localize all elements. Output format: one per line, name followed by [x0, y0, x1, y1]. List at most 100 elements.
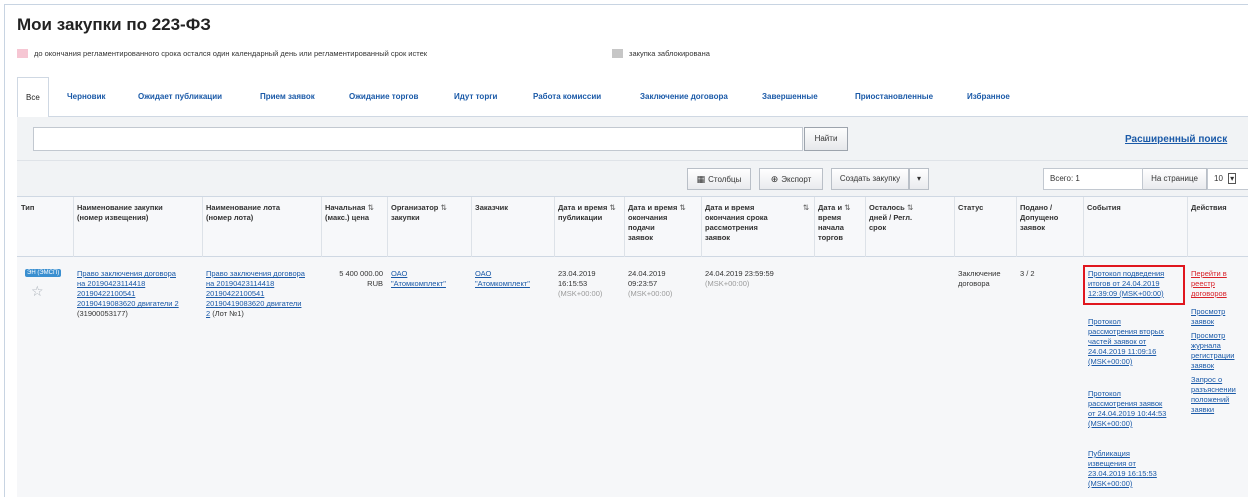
sort-icon[interactable]: ⇅	[907, 203, 913, 212]
col-trade-start-line4: торгов	[818, 233, 843, 242]
action-clarification-request[interactable]: Запрос о разъяснении положений заявки	[1191, 375, 1236, 415]
col-lot-line1: Наименование лота	[206, 203, 281, 212]
select-arrow-icon: ▾	[1228, 173, 1237, 184]
export-icon: ⊕	[770, 174, 779, 184]
col-type[interactable]: Тип	[21, 203, 34, 213]
col-status[interactable]: Статус	[958, 203, 983, 213]
legend-overdue: до окончания регламентированного срока о…	[17, 49, 427, 58]
col-price[interactable]: Начальная ⇅ (макс.) цена	[325, 203, 374, 223]
sort-icon[interactable]: ⇅	[679, 203, 685, 212]
submitted-count: 3 / 2	[1020, 269, 1035, 278]
col-review-end-line4: заявок	[705, 233, 731, 242]
sort-icon[interactable]: ⇅	[844, 203, 850, 212]
col-trade-start-line3: начала	[818, 223, 844, 232]
search-button[interactable]: Найти	[804, 127, 848, 151]
event-second-parts-protocol[interactable]: Протокол рассмотрения вторых частей заяв…	[1088, 317, 1164, 367]
deadline-timezone: (МSK+00:00)	[628, 289, 673, 298]
per-page-select[interactable]: 10 ▾	[1207, 168, 1248, 190]
columns-label: Столбцы	[708, 175, 742, 184]
review-end-timezone: (МSK+00:00)	[705, 279, 750, 288]
tab-all[interactable]: Все	[17, 77, 49, 118]
purchase-name-link[interactable]: Право заключения договора на 20190423114…	[77, 269, 179, 309]
sort-icon[interactable]: ⇅	[440, 203, 446, 212]
col-lot[interactable]: Наименование лота (номер лота)	[206, 203, 280, 223]
col-deadline-line4: заявок	[628, 233, 654, 242]
create-purchase-dropdown[interactable]: ▾	[909, 168, 929, 190]
col-submitted[interactable]: Подано / Допущено заявок	[1020, 203, 1058, 233]
col-price-line1: Начальная	[325, 203, 366, 212]
tab-awaiting-publication[interactable]: Ожидает публикации	[138, 77, 222, 117]
col-lot-line2: (номер лота)	[206, 213, 254, 222]
col-name[interactable]: Наименование закупки (номер извещения)	[77, 203, 163, 223]
lot-name-link[interactable]: Право заключения договора на 20190423114…	[206, 269, 305, 309]
action-view-registration-log[interactable]: Просмотр журнала регистрации заявок	[1191, 331, 1234, 371]
tab-favorites[interactable]: Избранное	[967, 77, 1010, 117]
col-organizer-line1: Организатор	[391, 203, 439, 212]
tab-accepting-bids[interactable]: Прием заявок	[260, 77, 315, 117]
published-date: 23.04.2019 16:15:53 (МSK+00:00)	[558, 269, 603, 298]
col-deadline-line2: окончания	[628, 213, 668, 222]
caret-down-icon: ▾	[916, 174, 921, 183]
export-button[interactable]: ⊕ Экспорт	[759, 168, 823, 190]
status-value: Заключение договора	[958, 269, 1001, 288]
tab-draft[interactable]: Черновик	[67, 77, 106, 117]
sort-icon[interactable]: ⇅	[803, 203, 809, 213]
col-review-end-line3: рассмотрения	[705, 223, 758, 232]
col-name-line1: Наименование закупки	[77, 203, 163, 212]
create-purchase-button[interactable]: Создать закупку	[831, 168, 909, 190]
event-highlight-frame	[1083, 265, 1185, 305]
tab-awaiting-trading[interactable]: Ожидание торгов	[349, 77, 418, 117]
tab-contract[interactable]: Заключение договора	[640, 77, 728, 117]
page-title: Мои закупки по 223-ФЗ	[17, 15, 211, 34]
table-row: ЭН (ЭМСП) ☆ Право заключения договора на…	[17, 257, 1248, 497]
col-published-line1: Дата и время	[558, 203, 608, 212]
action-view-bids[interactable]: Просмотр заявок	[1191, 307, 1225, 327]
col-deadline[interactable]: Дата и время ⇅ окончания подачи заявок	[628, 203, 686, 243]
event-review-protocol[interactable]: Протокол рассмотрения заявок от 24.04.20…	[1088, 389, 1166, 429]
col-trade-start-line1: Дата и	[818, 203, 843, 212]
col-submitted-line1: Подано /	[1020, 203, 1053, 212]
col-review-end[interactable]: Дата и время ⇅ окончания срока рассмотре…	[705, 203, 809, 243]
columns-button[interactable]: ▦ Столбцы	[687, 168, 751, 190]
export-label: Экспорт	[781, 175, 812, 184]
col-submitted-line3: заявок	[1020, 223, 1046, 232]
favorite-star-icon[interactable]: ☆	[31, 283, 44, 300]
col-organizer[interactable]: Организатор ⇅ закупки	[391, 203, 447, 223]
legend-overdue-swatch	[17, 49, 28, 58]
event-publication[interactable]: Публикация извещения от 23.04.2019 16:15…	[1088, 449, 1157, 489]
sort-icon[interactable]: ⇅	[367, 203, 373, 212]
legend-blocked-swatch	[612, 49, 623, 58]
type-badge: ЭН (ЭМСП)	[25, 269, 62, 277]
purchase-name: Право заключения договора на 20190423114…	[77, 269, 179, 319]
advanced-search-link[interactable]: Расширенный поиск	[1125, 134, 1227, 145]
col-days-left[interactable]: Осталось ⇅ дней / Регл. срок	[869, 203, 913, 233]
columns-icon: ▦	[696, 174, 706, 184]
search-input[interactable]	[33, 127, 803, 151]
col-days-left-line2: дней / Регл.	[869, 213, 913, 222]
per-page-label: На странице	[1143, 168, 1207, 190]
action-contract-registry[interactable]: Перейти в реестр договоров	[1191, 269, 1227, 299]
tab-suspended[interactable]: Приостановленные	[855, 77, 933, 117]
published-timezone: (МSK+00:00)	[558, 289, 603, 298]
legend-blocked: закупка заблокирована	[612, 49, 710, 58]
customer-link[interactable]: ОАО "Атомкомплект"	[475, 269, 530, 289]
review-end-date: 24.04.2019 23:59:59 (МSK+00:00)	[705, 269, 774, 288]
tab-trading[interactable]: Идут торги	[454, 77, 497, 117]
organizer-link[interactable]: ОАО "Атомкомплект"	[391, 269, 446, 289]
deadline-date: 24.04.2019 09:23:57 (МSK+00:00)	[628, 269, 673, 298]
tab-completed[interactable]: Завершенные	[762, 77, 818, 117]
col-published[interactable]: Дата и время ⇅ публикации	[558, 203, 616, 223]
col-customer[interactable]: Заказчик	[475, 203, 508, 213]
lot-name-link-end[interactable]: 2	[206, 309, 210, 318]
status-tabs: Все Черновик Ожидает публикации Прием за…	[17, 77, 1248, 118]
tab-commission[interactable]: Работа комиссии	[533, 77, 601, 117]
col-trade-start[interactable]: Дата и ⇅ время начала торгов	[818, 203, 850, 243]
sort-icon[interactable]: ⇅	[609, 203, 615, 212]
purchase-number: (31900053177)	[77, 309, 128, 318]
price-currency: RUB	[367, 279, 383, 288]
col-price-line2: (макс.) цена	[325, 213, 370, 222]
col-days-left-line3: срок	[869, 223, 887, 232]
col-events[interactable]: События	[1087, 203, 1121, 213]
lot-name: Право заключения договора на 20190423114…	[206, 269, 305, 319]
col-actions[interactable]: Действия	[1191, 203, 1227, 213]
